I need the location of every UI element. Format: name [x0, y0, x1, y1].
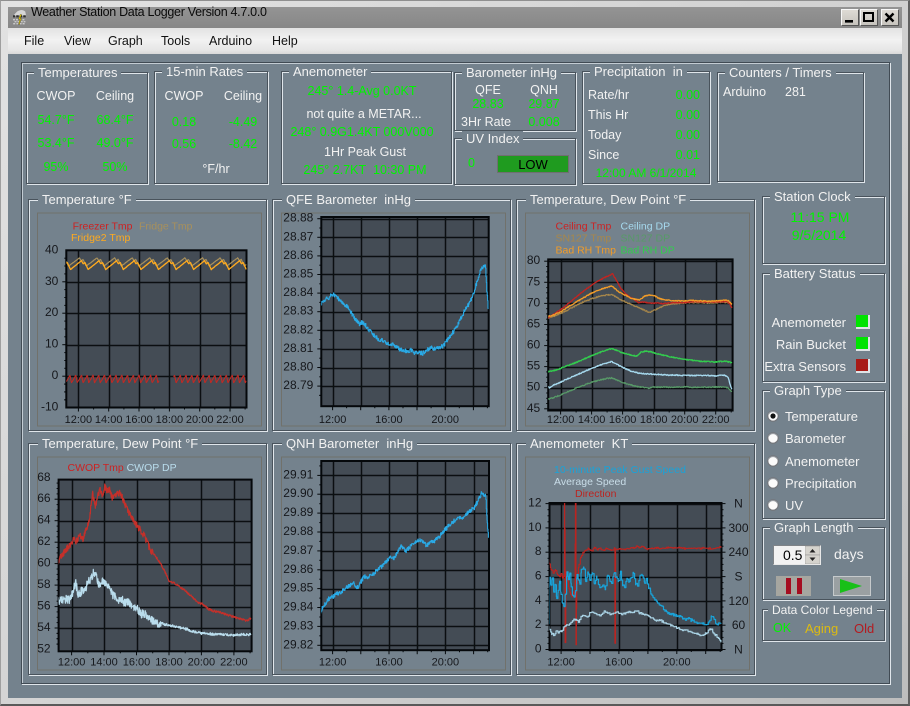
- svg-text:16:00: 16:00: [125, 414, 153, 426]
- svg-text:12:00: 12:00: [65, 414, 93, 426]
- svg-text:0: 0: [535, 642, 542, 656]
- svg-text:28.88: 28.88: [283, 211, 313, 225]
- svg-text:16:00: 16:00: [609, 414, 637, 426]
- svg-text:20:00: 20:00: [663, 657, 691, 669]
- svg-text:29.87: 29.87: [283, 543, 313, 557]
- svg-text:Freezer Tmp: Freezer Tmp: [73, 221, 133, 233]
- svg-text:20:00: 20:00: [188, 657, 216, 669]
- svg-text:28.83: 28.83: [283, 304, 313, 318]
- svg-text:29.91: 29.91: [283, 467, 313, 481]
- svg-text:28.79: 28.79: [283, 378, 313, 392]
- svg-text:14:00: 14:00: [578, 414, 606, 426]
- svg-text:S: S: [734, 570, 742, 584]
- svg-text:240: 240: [728, 545, 748, 559]
- svg-text:22:00: 22:00: [220, 657, 248, 669]
- svg-text:16:00: 16:00: [123, 657, 151, 669]
- svg-text:20:00: 20:00: [671, 414, 699, 426]
- svg-text:70: 70: [527, 295, 541, 309]
- svg-text:28.87: 28.87: [283, 229, 313, 243]
- svg-text:2: 2: [535, 617, 542, 631]
- svg-text:12:00: 12:00: [319, 414, 347, 426]
- svg-text:29.83: 29.83: [283, 618, 313, 632]
- svg-text:20:00: 20:00: [186, 414, 214, 426]
- svg-text:10-minute Peak Gust Speed: 10-minute Peak Gust Speed: [554, 464, 686, 476]
- svg-text:60: 60: [732, 618, 746, 632]
- svg-text:65: 65: [527, 317, 541, 331]
- svg-text:120: 120: [728, 594, 748, 608]
- svg-text:Bad RH DP: Bad RH DP: [621, 245, 675, 257]
- svg-text:66: 66: [37, 491, 51, 505]
- svg-text:20:00: 20:00: [431, 414, 459, 426]
- svg-text:CWOP Tmp: CWOP Tmp: [68, 462, 124, 474]
- svg-text:56: 56: [37, 599, 51, 613]
- svg-text:28.85: 28.85: [283, 267, 313, 281]
- svg-text:28.82: 28.82: [283, 322, 313, 336]
- svg-text:18:00: 18:00: [640, 414, 668, 426]
- svg-text:10: 10: [45, 337, 59, 351]
- svg-text:64: 64: [37, 513, 51, 527]
- svg-text:Bad RH Tmp: Bad RH Tmp: [556, 245, 617, 257]
- svg-text:29.88: 29.88: [283, 524, 313, 538]
- svg-text:Fridge2 Tmp: Fridge2 Tmp: [71, 232, 130, 244]
- svg-text:30: 30: [45, 274, 59, 288]
- svg-text:29.90: 29.90: [283, 486, 313, 500]
- svg-text:14:00: 14:00: [95, 414, 123, 426]
- svg-text:20:00: 20:00: [432, 657, 460, 669]
- svg-text:29.84: 29.84: [283, 600, 313, 614]
- svg-text:8: 8: [535, 544, 542, 558]
- svg-text:45: 45: [527, 401, 541, 415]
- svg-text:18:00: 18:00: [156, 414, 184, 426]
- svg-text:80: 80: [527, 253, 541, 267]
- svg-text:Fridge Tmp: Fridge Tmp: [139, 221, 193, 233]
- svg-text:-10: -10: [41, 400, 59, 414]
- svg-text:300: 300: [728, 521, 748, 535]
- svg-text:N: N: [734, 497, 743, 511]
- svg-text:28.86: 28.86: [283, 248, 313, 262]
- svg-text:N: N: [734, 643, 743, 657]
- svg-text:12: 12: [528, 496, 542, 510]
- svg-text:Direction: Direction: [575, 488, 617, 500]
- svg-text:20: 20: [45, 305, 59, 319]
- svg-text:58: 58: [37, 577, 51, 591]
- svg-text:Average Speed: Average Speed: [554, 476, 626, 488]
- svg-text:40: 40: [45, 242, 59, 256]
- svg-text:28.81: 28.81: [283, 341, 313, 355]
- svg-text:29.89: 29.89: [283, 505, 313, 519]
- svg-text:60: 60: [37, 556, 51, 570]
- svg-text:29.85: 29.85: [283, 581, 313, 595]
- svg-text:16:00: 16:00: [605, 657, 633, 669]
- svg-text:10: 10: [528, 520, 542, 534]
- svg-text:54: 54: [37, 620, 51, 634]
- svg-text:62: 62: [37, 534, 51, 548]
- svg-text:75: 75: [527, 274, 541, 288]
- svg-text:12:00: 12:00: [547, 657, 575, 669]
- svg-text:0: 0: [52, 368, 59, 382]
- svg-text:12:00: 12:00: [58, 657, 86, 669]
- svg-text:4: 4: [535, 593, 542, 607]
- svg-text:28.84: 28.84: [283, 285, 313, 299]
- svg-text:Ceiling DP: Ceiling DP: [621, 221, 671, 233]
- svg-text:60: 60: [527, 338, 541, 352]
- svg-text:SN127 Tmp: SN127 Tmp: [556, 233, 612, 245]
- svg-text:18:00: 18:00: [155, 657, 183, 669]
- svg-text:28.80: 28.80: [283, 360, 313, 374]
- svg-text:50: 50: [527, 380, 541, 394]
- svg-text:12:00: 12:00: [547, 414, 575, 426]
- svg-text:16:00: 16:00: [375, 414, 403, 426]
- svg-text:Ceiling Tmp: Ceiling Tmp: [556, 221, 612, 233]
- svg-text:55: 55: [527, 359, 541, 373]
- svg-text:CWOP DP: CWOP DP: [127, 462, 177, 474]
- svg-text:14:00: 14:00: [90, 657, 118, 669]
- svg-text:29.82: 29.82: [283, 637, 313, 651]
- svg-text:6: 6: [535, 569, 542, 583]
- svg-text:16:00: 16:00: [375, 657, 403, 669]
- svg-text:68: 68: [37, 470, 51, 484]
- svg-text:22:00: 22:00: [216, 414, 244, 426]
- svg-text:SN127 DP: SN127 DP: [621, 233, 671, 245]
- svg-text:22:00: 22:00: [702, 414, 730, 426]
- svg-text:52: 52: [37, 642, 51, 656]
- svg-text:29.86: 29.86: [283, 562, 313, 576]
- svg-text:12:00: 12:00: [319, 657, 347, 669]
